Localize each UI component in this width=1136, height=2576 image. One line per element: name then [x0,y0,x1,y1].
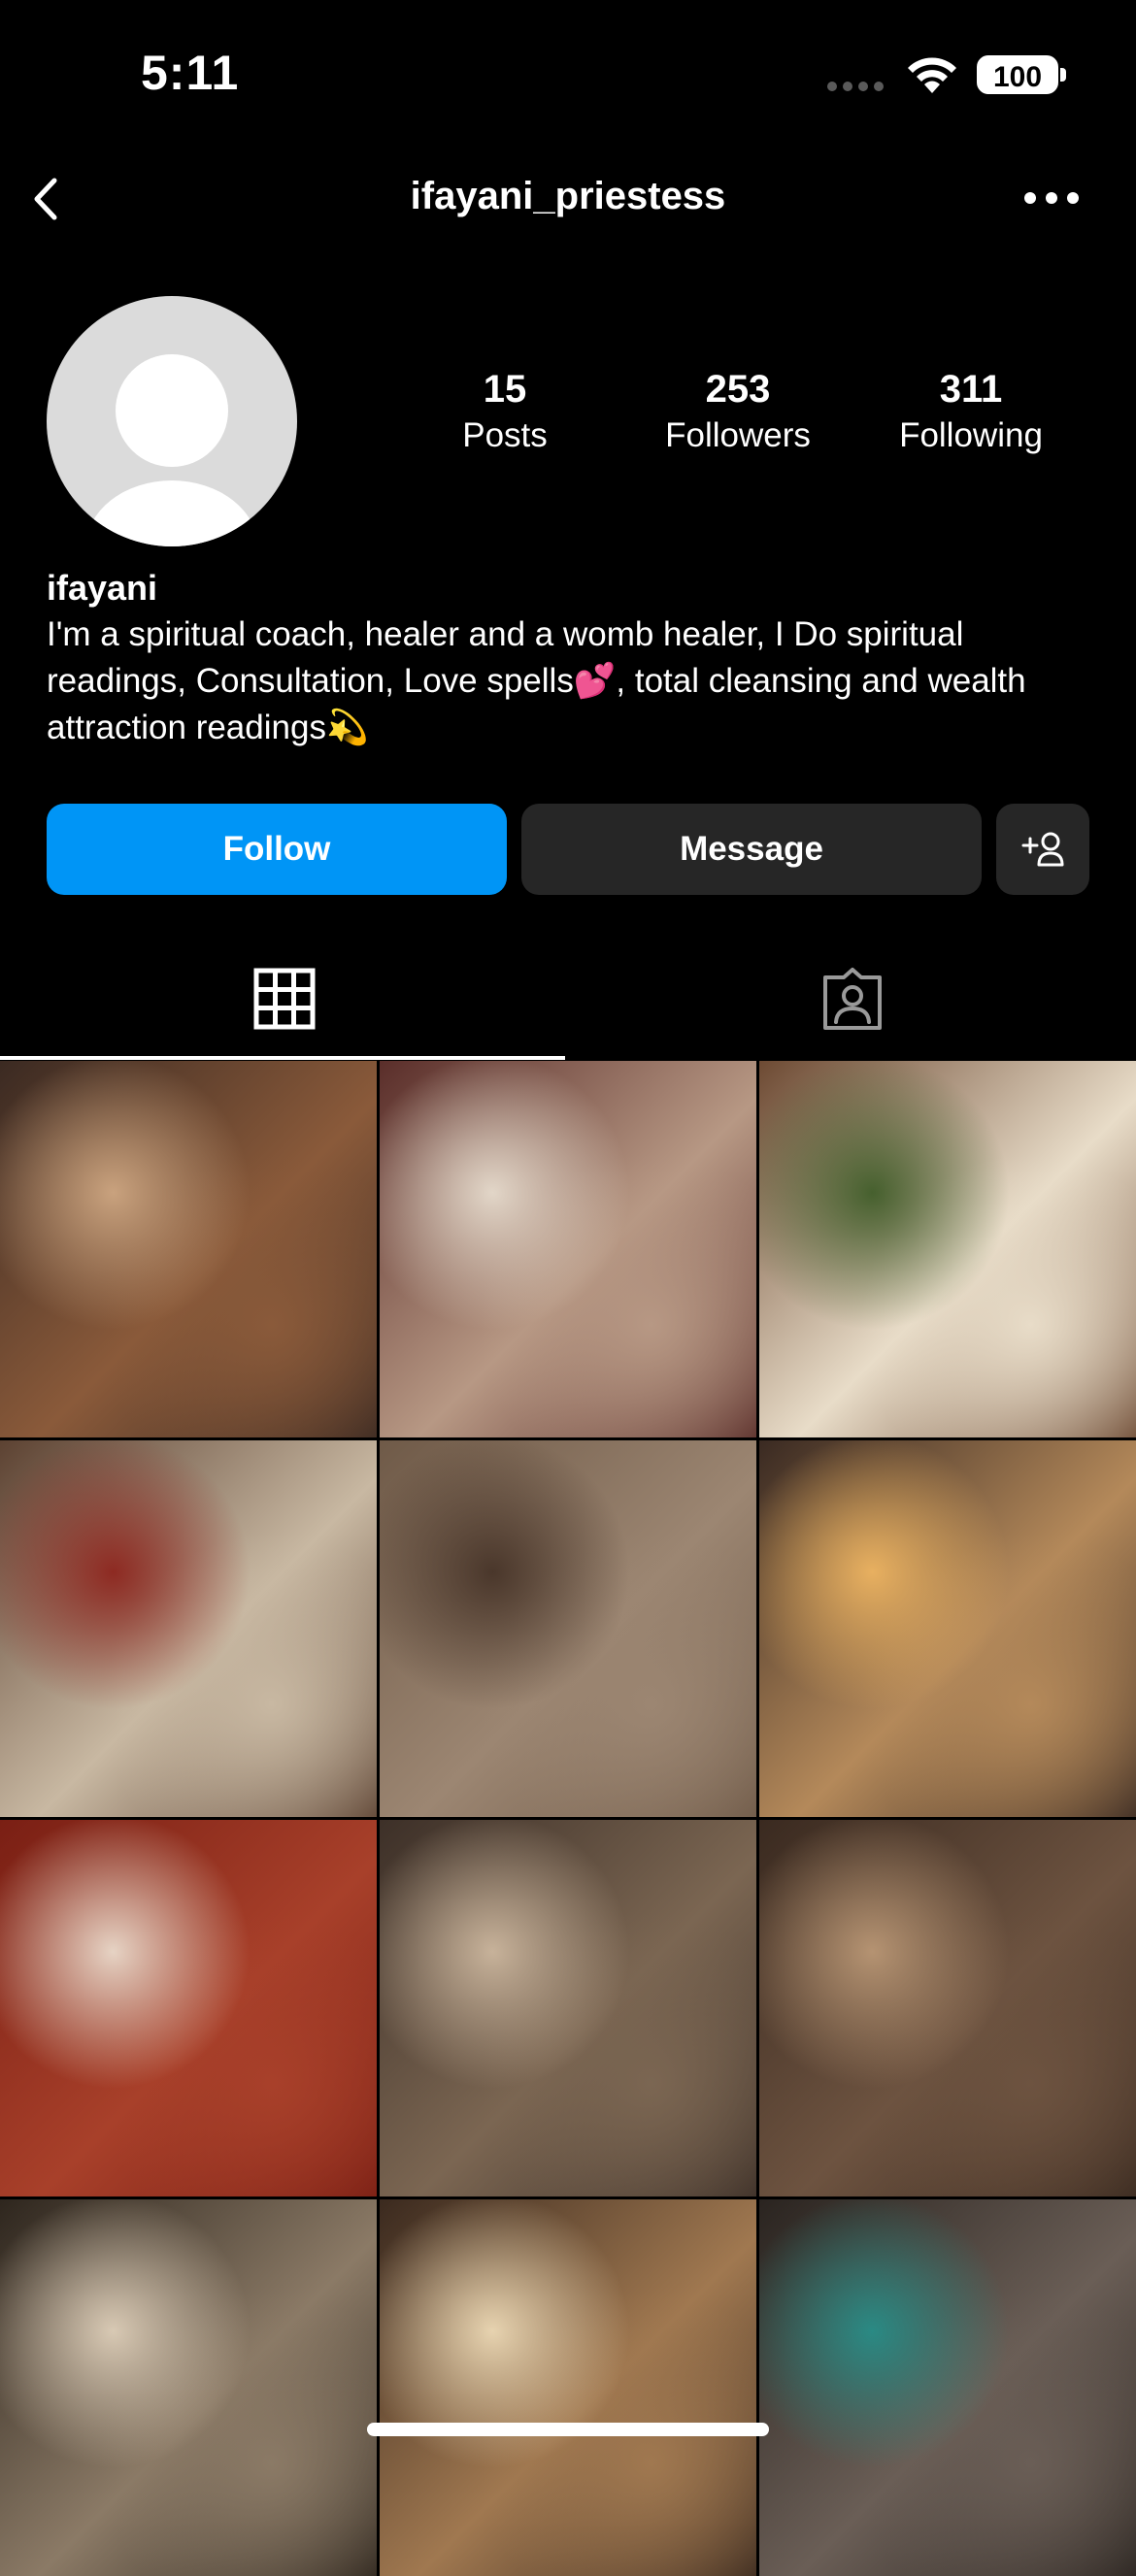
profile-username: ifayani_priestess [410,175,726,217]
cellular-signal-icon [827,82,885,91]
stat-label: Following [899,416,1043,454]
grid-icon [253,968,315,1029]
post-thumbnail[interactable] [0,1820,377,2196]
avatar-head-shape [116,354,228,467]
post-thumbnail[interactable] [0,1440,377,1817]
profile-display-name: ifayani [47,568,158,608]
suggested-accounts-button[interactable] [996,804,1089,895]
post-thumbnail[interactable] [380,2199,756,2576]
status-bar: 5:11 100 [0,0,1136,146]
profile-header: ifayani_priestess [0,155,1136,243]
tab-tagged[interactable] [568,937,1136,1060]
wifi-icon [908,57,956,93]
stat-label: Followers [665,416,811,454]
post-thumbnail[interactable] [759,2199,1136,2576]
post-thumbnail[interactable] [0,1061,377,1437]
following-count[interactable]: 311 Following [874,364,1068,457]
followers-count[interactable]: 253 Followers [641,364,835,457]
profile-bio: I'm a spiritual coach, healer and a womb… [47,615,1026,746]
message-button[interactable]: Message [521,804,982,895]
posts-count[interactable]: 15 Posts [427,364,583,457]
battery-tip [1060,68,1066,82]
post-thumbnail[interactable] [380,1440,756,1817]
stat-value: 253 [705,368,771,411]
selected-tab-indicator [0,1056,565,1060]
more-options-icon[interactable] [1024,192,1083,206]
add-person-icon [1021,832,1064,867]
post-thumbnail[interactable] [759,1440,1136,1817]
tab-posts-grid[interactable] [0,937,568,1060]
battery-icon: 100 [977,55,1058,94]
post-thumbnail[interactable] [380,1061,756,1437]
post-thumbnail[interactable] [759,1820,1136,2196]
stat-value: 15 [483,368,527,411]
stat-label: Posts [462,416,548,454]
follow-button[interactable]: Follow [47,804,507,895]
tagged-icon [822,967,882,1030]
stat-value: 311 [939,368,1003,411]
avatar-body-shape [85,480,258,546]
profile-tabs [0,937,1136,1060]
status-time: 5:11 [141,46,240,100]
post-thumbnail[interactable] [380,1820,756,2196]
home-indicator [367,2423,769,2436]
avatar[interactable] [47,296,297,546]
post-thumbnail[interactable] [0,2199,377,2576]
post-thumbnail[interactable] [759,1061,1136,1437]
